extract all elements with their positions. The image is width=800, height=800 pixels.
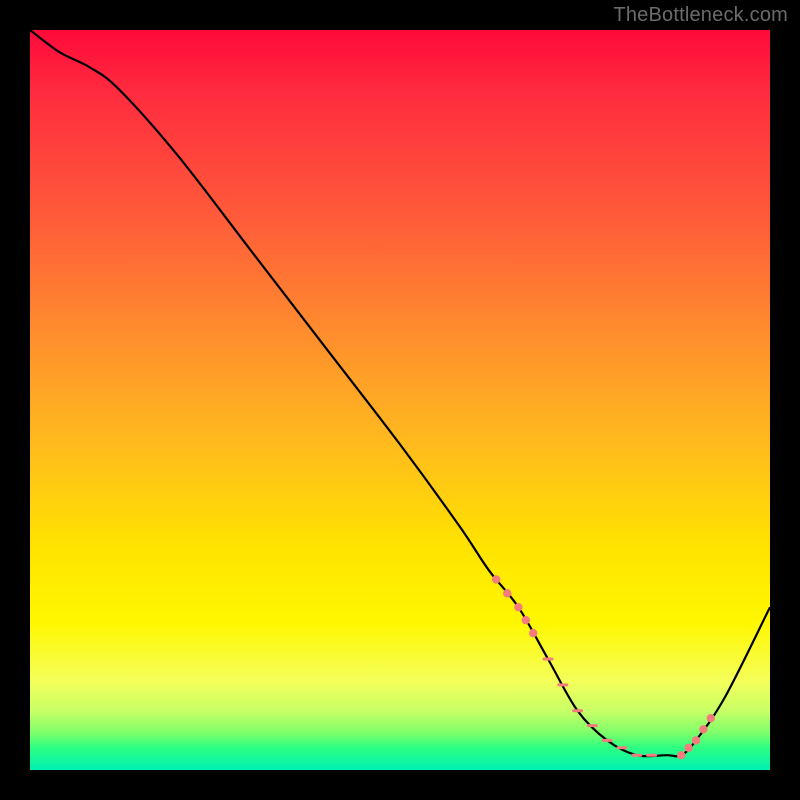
tick-dot — [522, 616, 530, 624]
plot-area — [30, 30, 770, 770]
tick-marks — [492, 575, 715, 759]
tick-dot — [514, 603, 522, 611]
curve-svg — [30, 30, 770, 770]
tick-dot — [503, 589, 511, 597]
tick-dot — [699, 725, 707, 733]
tick-dot — [707, 714, 715, 722]
tick-dot — [492, 575, 500, 583]
bottleneck-curve — [30, 30, 770, 756]
tick-dot — [684, 744, 692, 752]
tick-dot — [677, 751, 685, 759]
attribution-text: TheBottleneck.com — [613, 4, 788, 27]
tick-dot — [692, 736, 700, 744]
chart-frame: TheBottleneck.com — [0, 0, 800, 800]
tick-dot — [529, 629, 537, 637]
